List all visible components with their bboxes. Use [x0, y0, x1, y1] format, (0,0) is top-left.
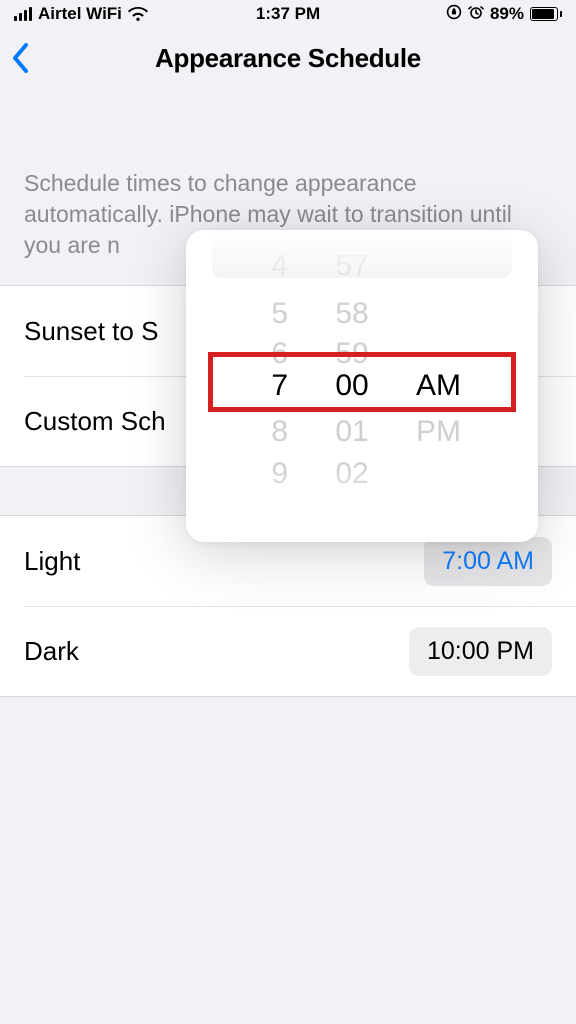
ampm-selected[interactable]: AM: [402, 362, 502, 410]
carrier-label: Airtel WiFi: [38, 4, 122, 24]
dark-label: Dark: [24, 636, 79, 667]
status-bar: Airtel WiFi 1:37 PM 89%: [0, 0, 576, 28]
row-label: Custom Sch: [24, 406, 166, 437]
light-time-chip[interactable]: 7:00 AM: [424, 537, 552, 586]
minute-option[interactable]: 57: [302, 242, 402, 290]
alarm-icon: [468, 4, 484, 25]
time-picker-popover: 4 5 6 7 8 9 57 58 59 00 01 02 AM PM: [186, 230, 538, 542]
ampm-option[interactable]: PM: [402, 408, 502, 456]
wifi-icon: [128, 7, 148, 22]
nav-header: Appearance Schedule: [0, 28, 576, 88]
status-right: 89%: [446, 4, 562, 25]
page-title: Appearance Schedule: [0, 43, 576, 74]
row-label: Sunset to S: [24, 316, 158, 347]
row-dark[interactable]: Dark 10:00 PM: [24, 606, 576, 696]
minute-selected[interactable]: 00: [302, 362, 402, 410]
battery-icon: [530, 7, 562, 21]
hour-selected[interactable]: 7: [222, 362, 302, 410]
picker-wheels: 4 5 6 7 8 9 57 58 59 00 01 02 AM PM: [186, 230, 538, 542]
ampm-wheel[interactable]: AM PM: [402, 230, 502, 542]
minute-option[interactable]: 02: [302, 450, 402, 498]
signal-icon: [14, 7, 32, 21]
appearance-times-group: Light 7:00 AM Dark 10:00 PM: [0, 515, 576, 697]
hour-option[interactable]: 8: [222, 408, 302, 456]
light-label: Light: [24, 546, 80, 577]
minute-wheel[interactable]: 57 58 59 00 01 02: [302, 230, 402, 542]
dark-time-chip[interactable]: 10:00 PM: [409, 627, 552, 676]
hour-option[interactable]: 9: [222, 450, 302, 498]
status-left: Airtel WiFi: [14, 4, 148, 24]
hour-option[interactable]: 4: [222, 242, 302, 290]
minute-option[interactable]: 01: [302, 408, 402, 456]
orientation-lock-icon: [446, 4, 462, 25]
hour-wheel[interactable]: 4 5 6 7 8 9: [222, 230, 302, 542]
battery-pct: 89%: [490, 4, 524, 24]
